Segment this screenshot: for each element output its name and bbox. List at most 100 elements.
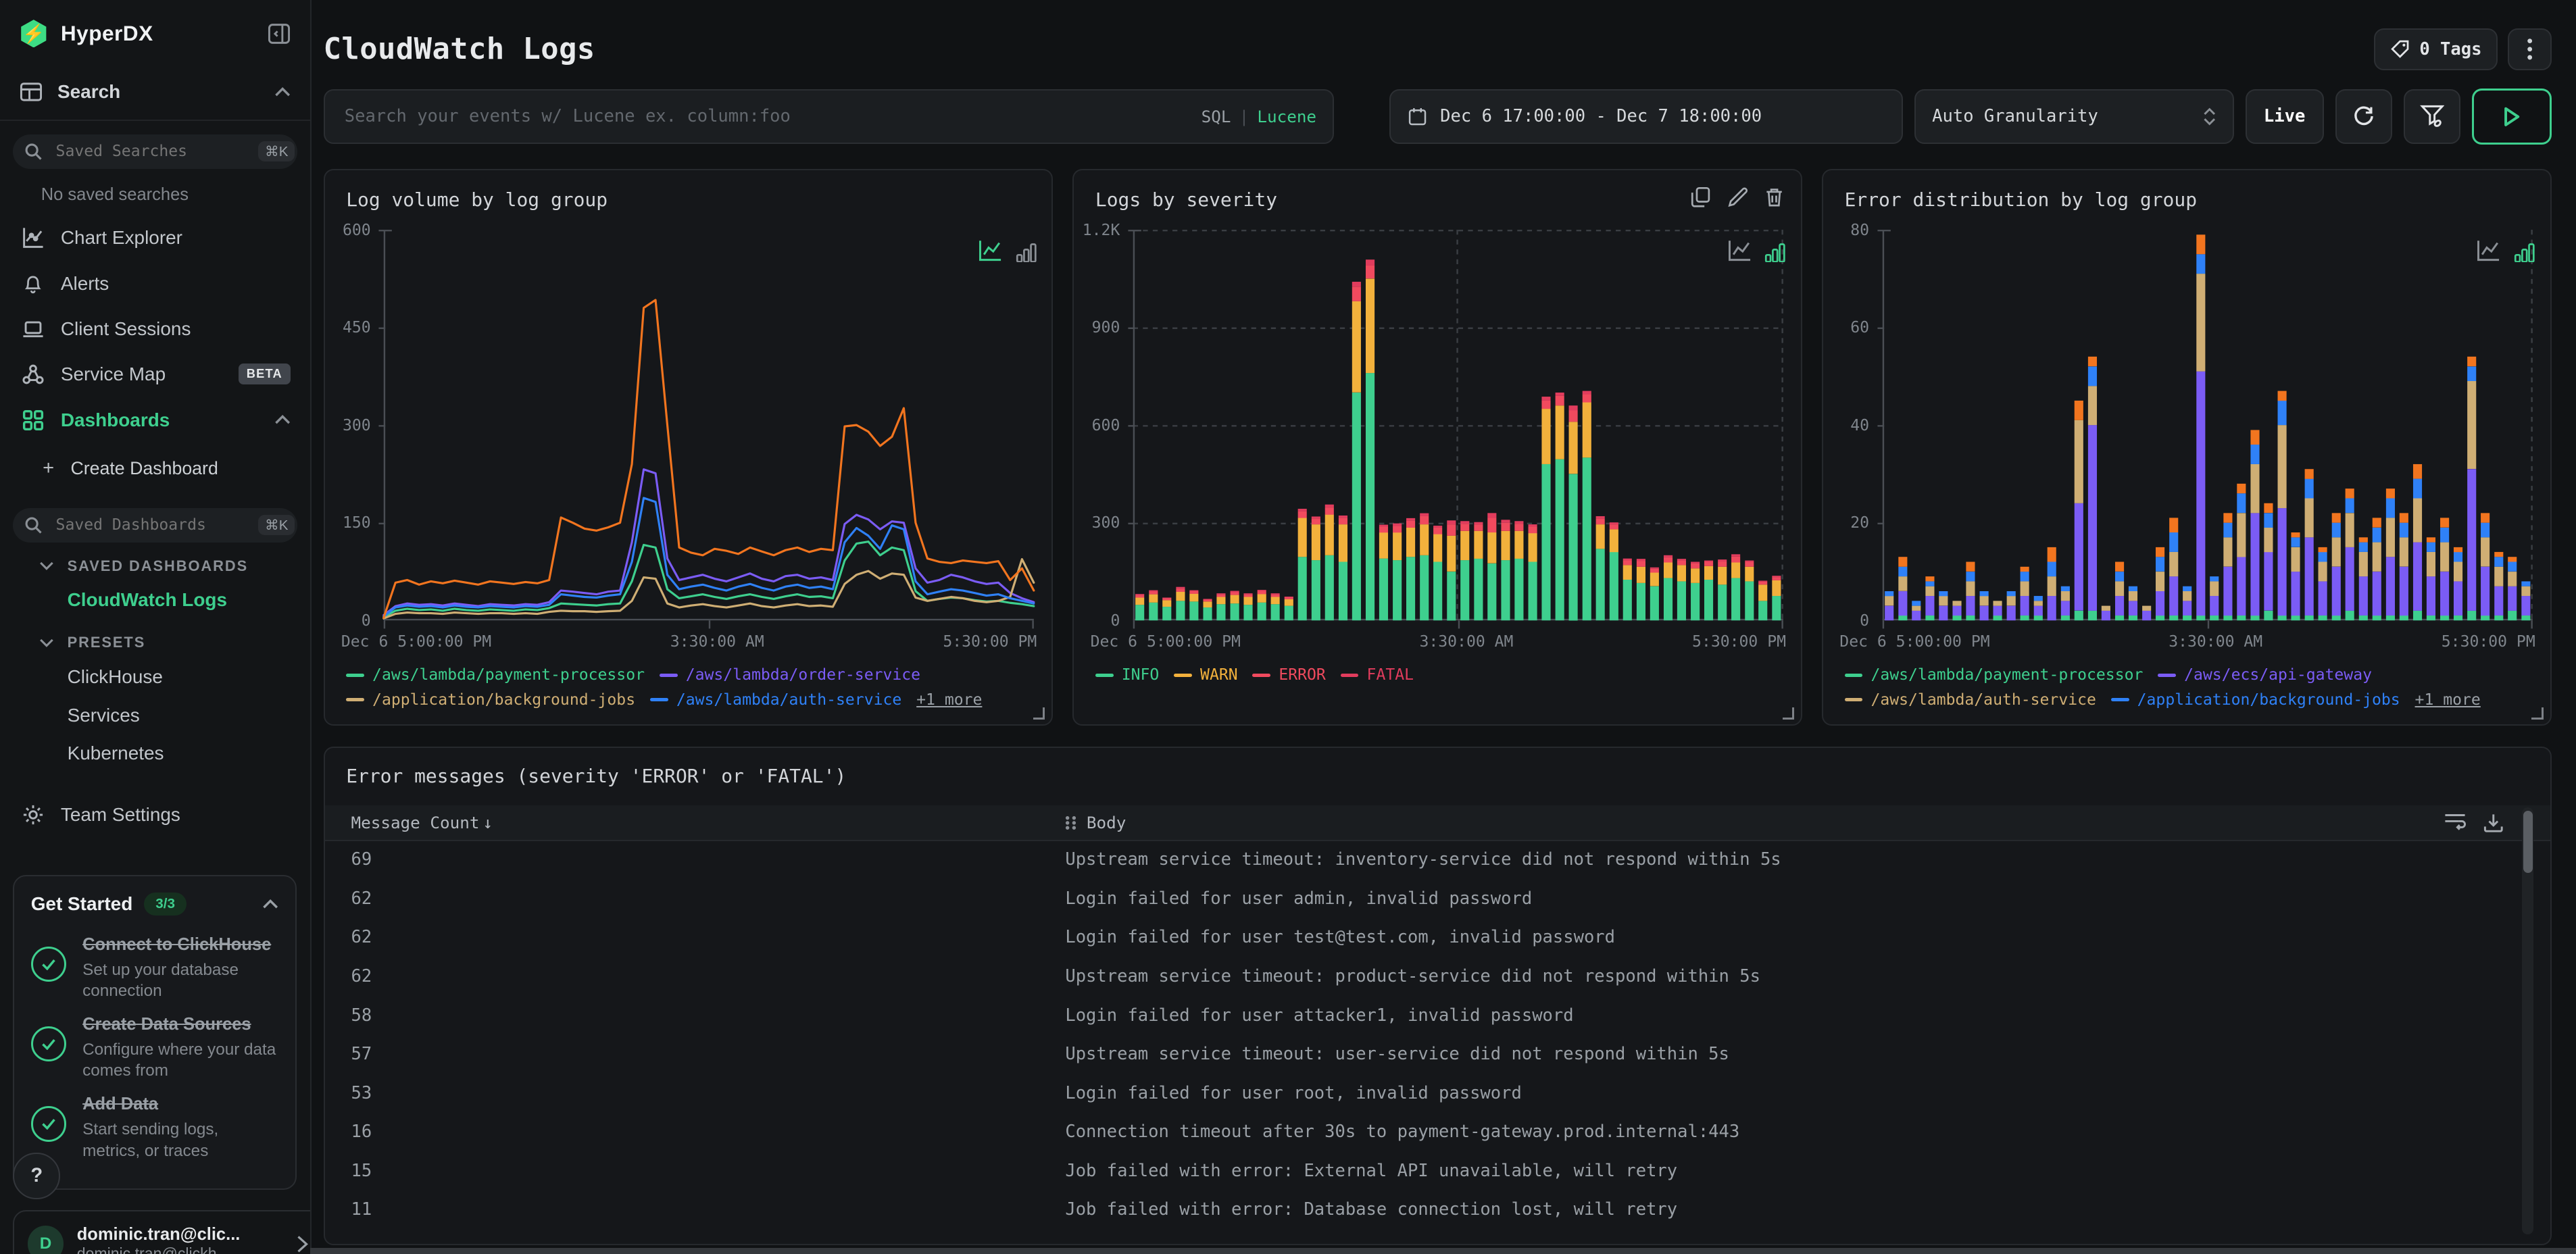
chevron-up-icon[interactable] (274, 415, 291, 425)
legend-swatch (1844, 698, 1863, 702)
legend-item[interactable]: /aws/lambda/auth-service (649, 691, 901, 709)
table-row[interactable]: 11 Job failed with error: Database connec… (325, 1190, 2550, 1230)
legend-item[interactable]: /aws/lambda/payment-processor (1844, 666, 2143, 684)
panel-resize-handle[interactable] (2531, 707, 2544, 720)
event-search-input[interactable]: SQL | Lucene (323, 89, 1335, 145)
line-chart-mode-icon[interactable] (1727, 239, 1752, 262)
saved-dashboards-input[interactable]: ⌘K (13, 507, 297, 543)
chart-legend: /aws/lambda/payment-processor/aws/lambda… (346, 663, 982, 712)
sql-toggle[interactable]: SQL (1202, 107, 1231, 126)
x-axis-labels: Dec 6 5:00:00 PM 3:30:00 AM 5:30:00 PM (1091, 633, 1786, 651)
saved-dashboards-header[interactable]: SAVED DASHBOARDS (0, 543, 310, 582)
create-dashboard-button[interactable]: + Create Dashboard (0, 443, 310, 495)
sidebar-item-team-settings[interactable]: Team Settings (0, 792, 310, 838)
main-content: CloudWatch Logs 0 Tags SQL | (310, 0, 2576, 1254)
table-row[interactable]: 69 Upstream service timeout: inventory-se… (325, 840, 2550, 879)
legend-label: /aws/lambda/auth-service (1871, 691, 2096, 709)
bar-chart-mode-icon[interactable] (1016, 241, 1037, 263)
help-button[interactable]: ? (13, 1152, 61, 1200)
kbd-shortcut: ⌘K (258, 515, 295, 536)
tags-button[interactable]: 0 Tags (2373, 28, 2498, 71)
legend-item[interactable]: /aws/lambda/payment-processor (346, 666, 645, 684)
edit-icon[interactable] (1727, 186, 1749, 208)
legend-item[interactable]: ERROR (1252, 666, 1326, 684)
bar-chart-mode-icon[interactable] (2514, 241, 2535, 263)
sidebar-collapse-icon[interactable] (268, 22, 291, 45)
bar-chart-mode-icon[interactable] (1764, 241, 1786, 263)
plus-icon: + (43, 457, 55, 480)
sidebar-item-service-map[interactable]: Service Map BETA (0, 351, 310, 397)
panel-resize-handle[interactable] (1782, 707, 1795, 720)
live-button[interactable]: Live (2245, 89, 2324, 145)
legend-more-link[interactable]: +1 more (2415, 691, 2481, 709)
chart-canvas[interactable] (377, 229, 1037, 634)
filter-button[interactable] (2403, 89, 2460, 145)
duplicate-icon[interactable] (1691, 186, 1710, 208)
line-chart-mode-icon[interactable] (978, 239, 1002, 262)
brand-name: HyperDX (60, 21, 153, 46)
saved-searches-field[interactable] (52, 141, 259, 162)
more-menu-button[interactable] (2507, 28, 2552, 71)
step-title: Connect to ClickHouse (82, 934, 272, 954)
legend-item[interactable]: /aws/lambda/order-service (659, 666, 920, 684)
y-tick-label: 450 (342, 319, 371, 337)
sidebar-item-kubernetes[interactable]: Kubernetes (0, 734, 310, 772)
line-chart-mode-icon[interactable] (2476, 239, 2500, 262)
column-header-body[interactable]: Body (1065, 812, 2550, 834)
scrollbar-thumb[interactable] (2523, 810, 2533, 873)
presets-header[interactable]: PRESETS (0, 620, 310, 659)
chevron-up-icon[interactable] (262, 899, 278, 909)
get-started-step[interactable]: Create Data Sources Configure where your… (14, 1002, 295, 1082)
table-row[interactable]: 57 Upstream service timeout: user-service… (325, 1034, 2550, 1074)
horizontal-scrollbar[interactable] (310, 1247, 2576, 1254)
sidebar-item-client-sessions[interactable]: Client Sessions (0, 307, 310, 351)
drag-handle-icon[interactable] (1065, 816, 1077, 830)
get-started-step[interactable]: Connect to ClickHouse Set up your databa… (14, 922, 295, 1002)
chevron-up-icon[interactable] (274, 86, 291, 97)
sidebar-item-dashboards[interactable]: Dashboards (0, 397, 310, 443)
legend-item[interactable]: FATAL (1340, 666, 1414, 684)
legend-item[interactable]: /aws/lambda/auth-service (1844, 691, 2096, 709)
legend-more-link[interactable]: +1 more (916, 691, 982, 709)
table-row[interactable]: 58 Login failed for user attacker1, inval… (325, 996, 2550, 1035)
table-row[interactable]: 62 Login failed for user admin, invalid p… (325, 879, 2550, 918)
sidebar-item-search[interactable]: Search (0, 64, 310, 120)
legend-item[interactable]: INFO (1095, 666, 1159, 684)
sidebar-item-alerts[interactable]: Alerts (0, 261, 310, 307)
legend-item[interactable]: /application/background-jobs (2110, 691, 2400, 709)
wrap-text-icon[interactable] (2444, 812, 2467, 834)
delete-icon[interactable] (1764, 186, 1784, 208)
lucene-toggle[interactable]: Lucene (1257, 107, 1316, 126)
chart-canvas[interactable] (1876, 229, 2536, 634)
dashboards-icon (20, 409, 46, 432)
saved-searches-input[interactable]: ⌘K (13, 134, 297, 169)
run-query-button[interactable] (2471, 88, 2552, 145)
saved-dashboards-field[interactable] (52, 514, 259, 536)
get-started-step[interactable]: Add Data Start sending logs, metrics, or… (14, 1082, 295, 1161)
sidebar-item-clickhouse[interactable]: ClickHouse (0, 658, 310, 696)
chart-canvas[interactable] (1126, 229, 1787, 634)
lang-divider: | (1239, 106, 1249, 126)
sidebar-item-chart-explorer[interactable]: Chart Explorer (0, 215, 310, 261)
panel-resize-handle[interactable] (1033, 707, 1045, 720)
table-row[interactable]: 16 Connection timeout after 30s to paymen… (325, 1112, 2550, 1151)
table-row[interactable]: 53 Login failed for user root, invalid pa… (325, 1074, 2550, 1113)
refresh-button[interactable] (2335, 89, 2392, 145)
download-icon[interactable] (2483, 812, 2504, 834)
table-scrollbar[interactable] (2522, 807, 2534, 1234)
legend-item[interactable]: /application/background-jobs (346, 691, 635, 709)
event-search-field[interactable] (341, 105, 1202, 128)
date-range-picker[interactable]: Dec 6 17:00:00 - Dec 7 18:00:00 (1389, 89, 1903, 145)
team-settings-label: Team Settings (60, 804, 180, 826)
column-header-message-count[interactable]: Message Count ↓ (325, 813, 1066, 832)
sidebar-item-cloudwatch-logs[interactable]: CloudWatch Logs (0, 581, 310, 619)
table-row[interactable]: 62 Upstream service timeout: product-serv… (325, 957, 2550, 996)
user-account-button[interactable]: D dominic.tran@clic... dominic.tran@clic… (13, 1209, 311, 1254)
legend-item[interactable]: WARN (1174, 666, 1238, 684)
table-row[interactable]: 62 Login failed for user test@test.com, i… (325, 918, 2550, 957)
sidebar-item-services[interactable]: Services (0, 696, 310, 734)
legend-item[interactable]: /aws/ecs/api-gateway (2158, 666, 2372, 684)
y-tick-label: 80 (1850, 221, 1870, 239)
table-row[interactable]: 15 Job failed with error: External API un… (325, 1151, 2550, 1190)
granularity-select[interactable]: Auto Granularity (1914, 89, 2234, 145)
